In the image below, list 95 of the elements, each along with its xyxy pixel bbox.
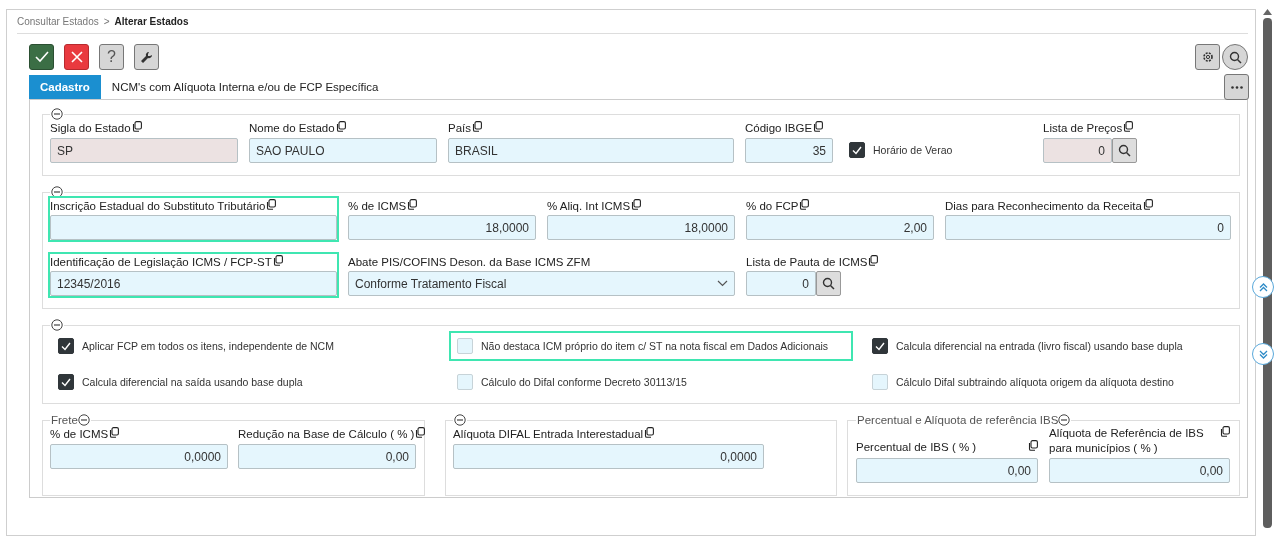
field-label: Sigla do Estado bbox=[50, 121, 131, 136]
tab[interactable]: NCM's com Alíquota Interna e/ou de FCP Específica bbox=[100, 75, 390, 99]
collapse-icon[interactable] bbox=[1058, 414, 1071, 426]
search-icon bbox=[1118, 144, 1131, 157]
input-field[interactable]: 0,00 bbox=[856, 458, 1038, 483]
checkbox-label: Aplicar FCP em todos os itens, independente de NCM bbox=[82, 340, 334, 352]
check-icon bbox=[34, 51, 49, 63]
collapse-icon[interactable] bbox=[51, 108, 63, 120]
copy-icon[interactable] bbox=[868, 255, 879, 266]
more-icon bbox=[1230, 85, 1243, 89]
input-field[interactable]: 18,0000 bbox=[348, 215, 536, 240]
close-icon bbox=[70, 51, 83, 63]
lookup-button[interactable] bbox=[816, 271, 841, 296]
scrollbar-thumb[interactable] bbox=[1262, 18, 1272, 528]
field-label: Percentual de IBS ( % ) bbox=[856, 440, 977, 455]
gear-icon bbox=[1201, 51, 1214, 63]
scroll-top-button[interactable] bbox=[1252, 276, 1274, 298]
section-title: Percentual e Alíquota de referência IBS bbox=[857, 414, 1059, 426]
field-label: Inscrição Estadual do Substituto Tributário bbox=[50, 199, 266, 214]
copy-icon[interactable] bbox=[335, 121, 346, 132]
tools-button[interactable] bbox=[134, 44, 159, 70]
field-label: % do FCP bbox=[746, 199, 799, 214]
input-field[interactable]: 18,0000 bbox=[547, 215, 735, 240]
collapse-icon[interactable] bbox=[51, 319, 63, 331]
copy-icon[interactable] bbox=[272, 255, 283, 266]
field-label: Redução na Base de Cálculo ( % ) bbox=[238, 427, 415, 442]
breadcrumb-item[interactable]: Consultar Estados bbox=[17, 16, 99, 27]
copy-icon[interactable] bbox=[644, 427, 655, 438]
field-label: % de ICMS bbox=[50, 427, 109, 442]
wrench-icon bbox=[140, 50, 153, 64]
input-field[interactable]: 35 bbox=[745, 138, 833, 163]
checkbox-label: Horário de Verao bbox=[873, 144, 953, 156]
copy-icon[interactable] bbox=[1028, 440, 1038, 451]
collapse-icon[interactable] bbox=[77, 414, 90, 426]
copy-icon[interactable] bbox=[415, 427, 426, 438]
search-icon bbox=[1228, 50, 1242, 64]
copy-icon[interactable] bbox=[799, 199, 810, 210]
help-button[interactable]: ? bbox=[99, 44, 124, 70]
input-field[interactable]: 0,00 bbox=[238, 444, 416, 469]
double-chevron-down-icon bbox=[1258, 349, 1268, 359]
copy-icon[interactable] bbox=[631, 199, 642, 210]
input-field[interactable]: 0,00 bbox=[1049, 458, 1230, 483]
field-label: Lista de Preços bbox=[1043, 121, 1123, 136]
input-field[interactable]: SAO PAULO bbox=[249, 138, 437, 163]
checkbox-label: Cálculo do Difal conforme Decreto 30113/15 bbox=[481, 376, 687, 388]
checkbox[interactable] bbox=[58, 338, 74, 354]
checkbox-label: Cálculo Difal subtraindo alíquota origem da alíquota destino bbox=[896, 376, 1174, 388]
search-icon bbox=[822, 277, 835, 290]
field-label: Alíquota de Referência de IBS para municípios ( % ) bbox=[1049, 426, 1205, 456]
field-label: Abate PIS/COFINS Deson. da Base ICMS ZFM bbox=[348, 255, 591, 270]
settings-button[interactable] bbox=[1195, 44, 1220, 70]
field-label: Identificação de Legislação ICMS / FCP-ST bbox=[50, 255, 272, 270]
checkbox[interactable] bbox=[872, 338, 888, 354]
breadcrumb-separator: > bbox=[103, 16, 110, 27]
breadcrumb-item: Alterar Estados bbox=[114, 16, 189, 27]
checkbox-label: Calcula diferencial na saída usando base dupla bbox=[82, 376, 303, 388]
field-label: Dias para Reconhecimento da Receita bbox=[945, 199, 1142, 214]
input-field[interactable]: 12345/2016 bbox=[50, 271, 337, 296]
field-label: % Aliq. Int ICMS bbox=[547, 199, 631, 214]
field-label: País bbox=[448, 121, 471, 136]
section-title: Frete bbox=[51, 414, 78, 426]
input-field[interactable]: 2,00 bbox=[746, 215, 934, 240]
input-field[interactable]: 0,0000 bbox=[50, 444, 228, 469]
search-button[interactable] bbox=[1222, 44, 1248, 70]
chevron-down-icon bbox=[717, 280, 728, 287]
checkbox[interactable] bbox=[58, 374, 74, 390]
input-field[interactable] bbox=[50, 215, 337, 240]
cancel-button[interactable] bbox=[64, 44, 89, 70]
copy-icon[interactable] bbox=[472, 121, 482, 132]
copy-icon[interactable] bbox=[109, 427, 120, 438]
input-field[interactable]: BRASIL bbox=[448, 138, 734, 163]
checkbox-label: Calcula diferencial na entrada (livro fiscal) usando base dupla bbox=[896, 340, 1183, 352]
tab[interactable]: Cadastro bbox=[29, 75, 101, 99]
scroll-bottom-button[interactable] bbox=[1252, 343, 1274, 365]
checkbox[interactable] bbox=[849, 142, 865, 158]
field-label: Lista de Pauta de ICMS bbox=[746, 255, 868, 270]
checkbox-label: Não destaca ICM próprio do item c/ ST na nota fiscal em Dados Adicionais bbox=[481, 340, 829, 352]
input-field[interactable]: 0 bbox=[945, 215, 1231, 240]
copy-icon[interactable] bbox=[266, 199, 277, 210]
scroll-up-arrow-icon[interactable] bbox=[1262, 9, 1272, 15]
collapse-icon[interactable] bbox=[51, 186, 63, 198]
field-label: Nome do Estado bbox=[249, 121, 335, 136]
copy-icon[interactable] bbox=[407, 199, 418, 210]
field-label: Código IBGE bbox=[745, 121, 813, 136]
copy-icon[interactable] bbox=[1142, 199, 1153, 210]
confirm-button[interactable] bbox=[29, 44, 54, 70]
copy-icon[interactable] bbox=[813, 121, 824, 132]
input-field[interactable]: 0 bbox=[746, 271, 816, 296]
copy-icon[interactable] bbox=[1220, 426, 1230, 437]
collapse-icon[interactable] bbox=[454, 414, 466, 426]
dropdown[interactable]: Conforme Tratamento Fiscal bbox=[348, 271, 735, 296]
field-label: % de ICMS bbox=[348, 199, 407, 214]
input-field[interactable]: 0,0000 bbox=[453, 444, 764, 469]
double-chevron-up-icon bbox=[1258, 282, 1268, 292]
field-label: Alíquota DIFAL Entrada Interestadual bbox=[453, 427, 644, 442]
